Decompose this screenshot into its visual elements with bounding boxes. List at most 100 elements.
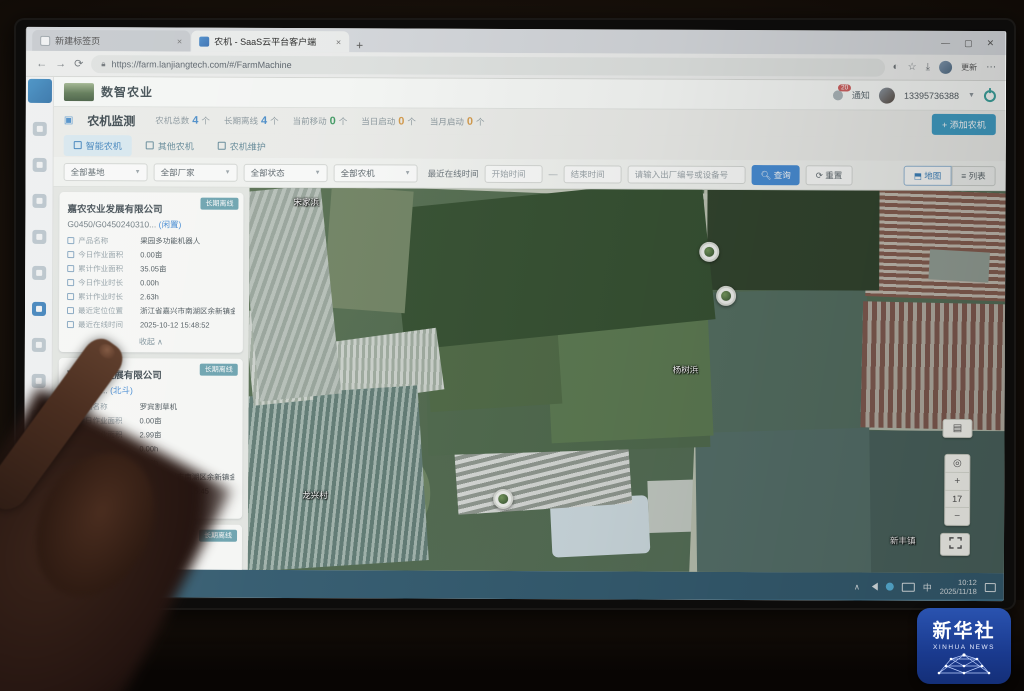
refresh-icon[interactable]: ⟳ xyxy=(74,57,83,70)
machine-tab[interactable]: 智能农机 xyxy=(64,135,132,156)
search-button[interactable]: 🔍︎ 查询 xyxy=(752,165,800,185)
tray-app-icon[interactable] xyxy=(886,583,894,591)
forward-icon[interactable]: → xyxy=(55,57,66,69)
maximize-button[interactable]: ▢ xyxy=(964,38,973,49)
ime-indicator[interactable]: 中 xyxy=(923,580,932,593)
chevron-down-icon: ▼ xyxy=(315,170,321,176)
xinhua-cn-text: 新华社 xyxy=(932,616,995,643)
list-view-button[interactable]: ≡ 列表 xyxy=(951,165,995,185)
download-icon[interactable]: ⤓ xyxy=(926,62,930,73)
machine-tab-label: 智能农机 xyxy=(86,139,122,152)
filter-select[interactable]: 全部厂家▼ xyxy=(154,163,238,181)
map-field-patch xyxy=(248,188,342,402)
zoom-out-button[interactable]: − xyxy=(945,508,969,525)
close-window-button[interactable]: ✕ xyxy=(987,38,995,49)
machine-tab[interactable]: 其他农机 xyxy=(136,135,204,156)
grid-icon xyxy=(146,141,154,149)
map-view-button[interactable]: ⬒ 地图 xyxy=(904,165,952,185)
stat-item: 农机总数 4 个 xyxy=(155,114,210,126)
reset-button[interactable]: ⟳ 重置 xyxy=(806,165,853,185)
lock-icon: 🔒︎ xyxy=(101,59,105,69)
map-field-patch xyxy=(323,188,414,313)
machine-code: G0450/G0450240310... (闲置) xyxy=(67,218,235,231)
map-fullscreen-control[interactable] xyxy=(940,533,970,556)
stat-item: 长期离线 4 个 xyxy=(224,115,279,127)
device-search-input[interactable]: 请输入出厂编号或设备号 xyxy=(628,165,746,184)
sidebar-item-icon[interactable] xyxy=(32,194,46,208)
filter-select[interactable]: 全部状态 ▼ xyxy=(244,163,328,181)
filter-select-value: 全部状态 xyxy=(251,166,285,178)
browser-tab-farm-machine[interactable]: 农机 - SaaS云平台客户端 × xyxy=(191,31,349,53)
machine-tab-label: 农机维护 xyxy=(230,139,266,152)
machine-card[interactable]: 长期离线 嘉农农业发展有限公司 G0450/G0450240310... (闲置… xyxy=(59,192,244,353)
star-icon[interactable]: ☆ xyxy=(908,62,917,73)
machine-map-marker[interactable] xyxy=(716,286,736,306)
sidebar-item-icon[interactable] xyxy=(32,266,46,280)
stat-item: 当日启动 0 个 xyxy=(361,115,416,127)
field-value: 0.00亩 xyxy=(140,415,162,426)
minimize-button[interactable]: — xyxy=(941,38,950,49)
chevron-down-icon[interactable]: ▼ xyxy=(968,92,975,99)
speaker-icon[interactable] xyxy=(868,583,878,591)
monitor-icon: ▣ xyxy=(64,115,74,126)
menu-dots-icon[interactable]: ⋯ xyxy=(986,62,996,73)
close-tab-icon[interactable]: × xyxy=(336,37,341,47)
address-bar[interactable]: 🔒︎ https://farm.lanjiangtech.com/#/FarmM… xyxy=(91,55,884,76)
filter-select[interactable]: 全部基地▼ xyxy=(64,163,148,181)
app-logo[interactable] xyxy=(27,79,51,103)
machine-map-marker[interactable] xyxy=(699,242,719,262)
keyboard-icon[interactable] xyxy=(902,582,915,591)
sidebar-item-icon[interactable] xyxy=(32,230,46,244)
machine-field-row: 最近定位位置 浙江省嘉兴市南湖区余新镇金星 xyxy=(67,305,235,317)
update-label[interactable]: 更新 xyxy=(961,62,977,73)
add-machine-button[interactable]: + 添加农机 xyxy=(932,113,996,134)
field-label: 最近在线时间 xyxy=(78,319,140,330)
grid-icon xyxy=(74,141,82,149)
farm-photo-thumbnail xyxy=(64,83,94,101)
machine-tab[interactable]: 农机维护 xyxy=(208,135,276,156)
filter-select-value: 全部厂家 xyxy=(161,166,195,178)
browser-tab-newtab[interactable]: 新建标签页 × xyxy=(32,30,190,52)
map-field-patch xyxy=(860,301,1005,430)
layers-icon[interactable]: ▤ xyxy=(943,420,971,437)
window-controls: — ▢ ✕ xyxy=(929,38,1006,55)
new-tab-button[interactable]: + xyxy=(356,38,363,52)
user-phone[interactable]: 13395736388 xyxy=(904,90,959,100)
xinhua-en-text: XINHUA NEWS xyxy=(933,644,995,651)
back-icon[interactable]: ← xyxy=(36,57,47,69)
clock-date: 2025/11/18 xyxy=(940,587,977,597)
close-tab-icon[interactable]: × xyxy=(177,36,182,46)
field-label: 今日作业时长 xyxy=(78,277,140,288)
field-label: 累计作业时长 xyxy=(78,291,140,302)
logout-power-icon[interactable] xyxy=(984,90,996,102)
sidebar-item-icon[interactable] xyxy=(31,338,45,352)
sidebar-item-icon[interactable] xyxy=(32,122,46,136)
tray-expand-icon[interactable]: ∧ xyxy=(854,582,860,591)
end-time-input[interactable]: 结束时间 xyxy=(564,165,622,183)
status-badge: 长期离线 xyxy=(200,198,238,210)
field-value: 35.05亩 xyxy=(140,263,166,274)
reader-icon[interactable]: ◐ xyxy=(893,62,899,73)
filter-select[interactable]: 全部农机▼ xyxy=(334,164,418,182)
stat-label: 农机总数 xyxy=(155,114,189,126)
machine-field-row: 今日作业时长 0.00h xyxy=(67,277,235,289)
zoom-level: 17 xyxy=(945,491,969,508)
user-avatar[interactable] xyxy=(879,87,895,103)
locate-icon[interactable]: ◎ xyxy=(945,455,969,473)
start-time-input[interactable]: 开始时间 xyxy=(485,164,543,182)
sidebar-item-icon[interactable] xyxy=(31,374,45,388)
time-filter-label: 最近在线时间 xyxy=(428,167,479,179)
profile-avatar[interactable] xyxy=(939,61,952,74)
bell-icon[interactable]: 20 xyxy=(833,90,843,100)
action-center-icon[interactable] xyxy=(985,583,996,592)
fullscreen-icon[interactable] xyxy=(941,534,969,555)
zoom-in-button[interactable]: + xyxy=(945,473,969,491)
taskbar-clock[interactable]: 10:12 2025/11/18 xyxy=(940,577,977,596)
satellite-map[interactable]: 宋家浜杨树浜龙兴村新丰镇 ▤ ◎ + 17 xyxy=(248,188,1006,573)
notice-label[interactable]: 通知 xyxy=(852,88,870,101)
sidebar-item-icon[interactable] xyxy=(32,158,46,172)
sidebar-item-icon[interactable] xyxy=(31,302,45,316)
fingernail xyxy=(96,341,117,362)
map-layers-control[interactable]: ▤ xyxy=(942,419,972,438)
machine-map-marker[interactable] xyxy=(493,489,513,509)
